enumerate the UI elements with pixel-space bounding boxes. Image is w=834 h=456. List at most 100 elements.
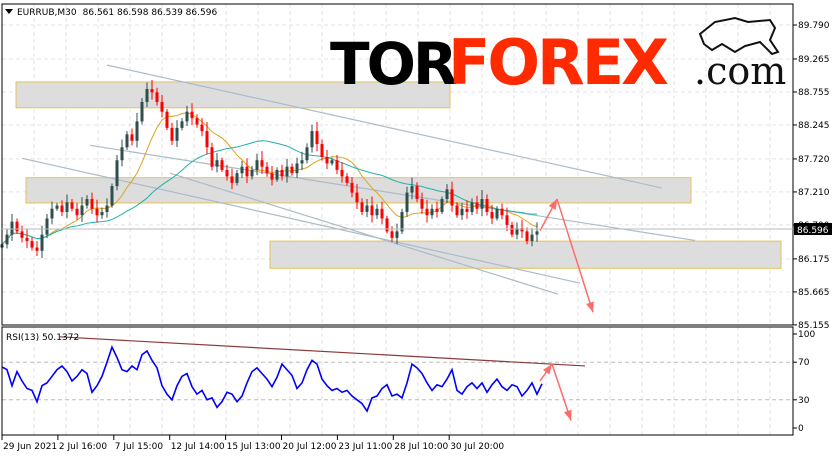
rsi-indicator: 100 70 30 0: [1, 330, 815, 434]
candle-body: [455, 205, 459, 216]
candle-body: [500, 208, 504, 216]
candle-body: [360, 202, 364, 212]
candle-body: [35, 247, 39, 251]
candle-body: [190, 111, 194, 119]
candle-body: [280, 169, 284, 177]
candle-body: [15, 221, 19, 232]
collapse-triangle-icon[interactable]: [5, 9, 13, 14]
candle-body: [450, 189, 454, 206]
candle-body: [505, 215, 509, 225]
candle-body: [165, 111, 169, 128]
price-tick-label: 87.720: [798, 155, 830, 165]
candle-body: [30, 241, 34, 248]
candle-body: [510, 224, 514, 235]
candle-body: [225, 169, 229, 177]
candle-body: [525, 231, 529, 242]
candle-body: [365, 205, 369, 212]
trading-chart[interactable]: TOR FOREX .com 89.790 89.265 88.755 88.245 8…: [0, 0, 834, 456]
candle-body: [470, 202, 474, 212]
time-tick-label: 15 Jul 13:00: [227, 442, 281, 452]
candle-body: [305, 147, 309, 161]
candle-body: [490, 211, 494, 219]
candle-body: [535, 231, 539, 235]
time-tick-label: 30 Jul 20:00: [450, 442, 504, 452]
candle-body: [170, 127, 174, 141]
time-tick-label: 20 Jul 12:00: [283, 442, 337, 452]
candle-body: [160, 101, 164, 112]
candle-body: [330, 160, 334, 164]
rsi-tick-label: 100: [798, 330, 815, 340]
candle-body: [65, 202, 69, 212]
time-tick-label: 12 Jul 14:00: [171, 442, 225, 452]
candle-body: [415, 186, 419, 200]
candle-body: [235, 173, 239, 183]
candle-body: [250, 169, 254, 177]
candle-body: [110, 186, 114, 206]
candle-body: [240, 166, 244, 174]
time-tick-label: 28 Jul 10:00: [394, 442, 448, 452]
candle-body: [255, 160, 259, 170]
candle-body: [195, 118, 199, 125]
candle-body: [480, 199, 484, 209]
candle-body: [285, 166, 289, 177]
candle-body: [50, 208, 54, 219]
candle-body: [95, 208, 99, 216]
candle-body: [380, 208, 384, 219]
bull-icon: [698, 16, 780, 56]
torforex-logo: TOR FOREX .com: [330, 16, 786, 99]
symbol-ohlc: EURRUB,M30 86.561 86.598 86.539 86.596: [17, 8, 217, 18]
candle-body: [25, 237, 29, 242]
candle-body: [420, 199, 424, 209]
ohlc-values: 86.561 86.598 86.539 86.596: [83, 8, 218, 18]
candle-body: [260, 160, 264, 167]
logo-forex: FOREX: [448, 26, 668, 99]
candle-body: [290, 166, 294, 174]
time-axis: 29 Jun 2021 2 Jul 16:00 7 Jul 15:00 12 Jul …: [1, 435, 504, 452]
candle-body: [70, 202, 74, 209]
candle-body: [435, 208, 439, 212]
candle-body: [80, 205, 84, 216]
candle-body: [405, 192, 409, 212]
candle-body: [465, 208, 469, 212]
candle-body: [125, 134, 129, 148]
candle-body: [530, 234, 534, 242]
candle-body: [210, 147, 214, 167]
candle-body: [345, 176, 349, 183]
price-zone: [269, 240, 782, 269]
candle-body: [335, 160, 339, 170]
rsi-line: [1, 345, 543, 413]
forecast-arrow-head-icon: [586, 301, 594, 313]
candle-body: [300, 160, 304, 164]
candle-body: [200, 124, 204, 132]
candle-body: [445, 189, 449, 200]
rsi-forecast-arrow-head-icon: [542, 364, 552, 375]
rsi-tick-label: 0: [798, 424, 804, 434]
candle-body: [460, 208, 464, 216]
time-tick-label: 29 Jun 2021: [3, 442, 57, 452]
rsi-tick-label: 30: [798, 396, 810, 406]
candle-body: [325, 156, 329, 164]
candle-body: [215, 160, 219, 167]
candle-body: [400, 211, 404, 232]
candle-body: [130, 134, 134, 141]
price-tick-label: 88.755: [798, 88, 830, 98]
price-tick-label: 87.210: [798, 188, 830, 198]
price-tick-label: 86.175: [798, 255, 830, 265]
candle-body: [485, 199, 489, 212]
candle-body: [340, 169, 344, 177]
price-tick-label: 85.665: [798, 288, 830, 298]
time-tick-label: 2 Jul 16:00: [59, 442, 108, 452]
candle-body: [295, 163, 299, 174]
candle-body: [440, 199, 444, 212]
candle-body: [55, 205, 59, 209]
candle-body: [85, 199, 89, 206]
price-tick-label: 88.245: [798, 121, 830, 131]
symbol-label: EURRUB,M30: [17, 8, 77, 18]
candle-body: [425, 208, 429, 216]
candle-body: [120, 147, 124, 161]
rsi-forecast-arrow-head-icon: [564, 409, 572, 421]
candle-body: [20, 231, 24, 238]
candle-body: [395, 231, 399, 238]
candle-body: [105, 205, 109, 212]
candle-body: [180, 121, 184, 128]
